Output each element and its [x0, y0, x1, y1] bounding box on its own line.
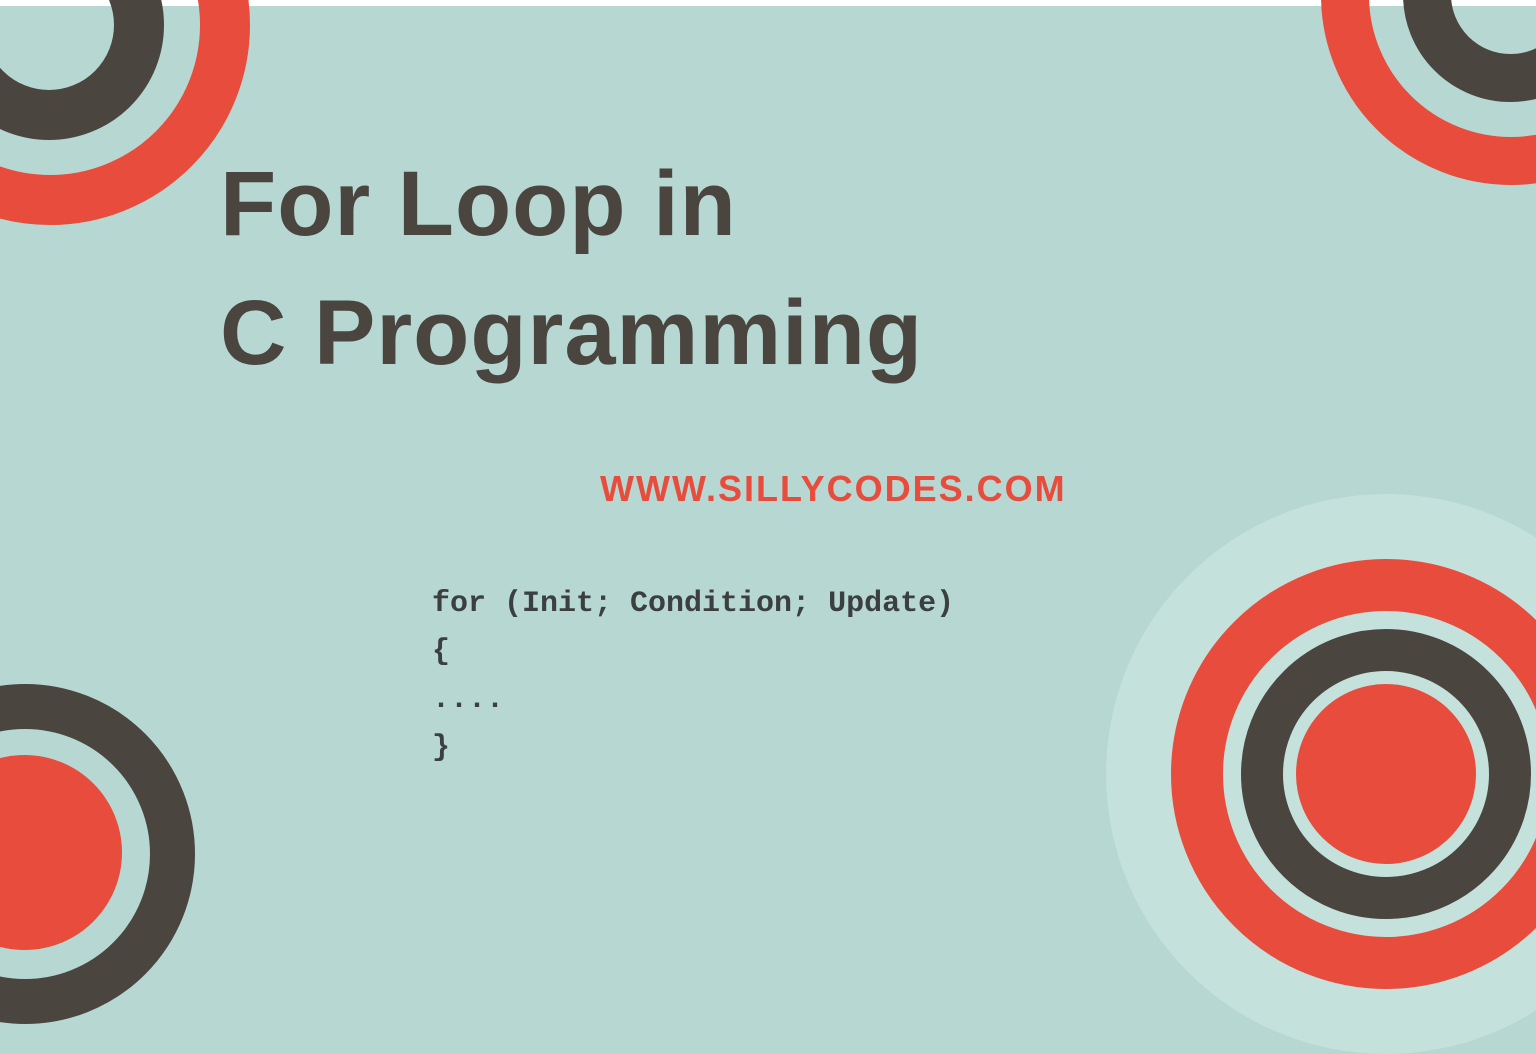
title-line-1: For Loop in — [220, 153, 737, 255]
decorative-circle-br-inner — [1296, 684, 1476, 864]
page-title: For Loop in C Programming — [220, 140, 923, 398]
website-url: WWW.SILLYCODES.COM — [600, 468, 1067, 510]
code-snippet: for (Init; Condition; Update) { .... } — [432, 580, 954, 772]
title-line-2: C Programming — [220, 282, 923, 384]
